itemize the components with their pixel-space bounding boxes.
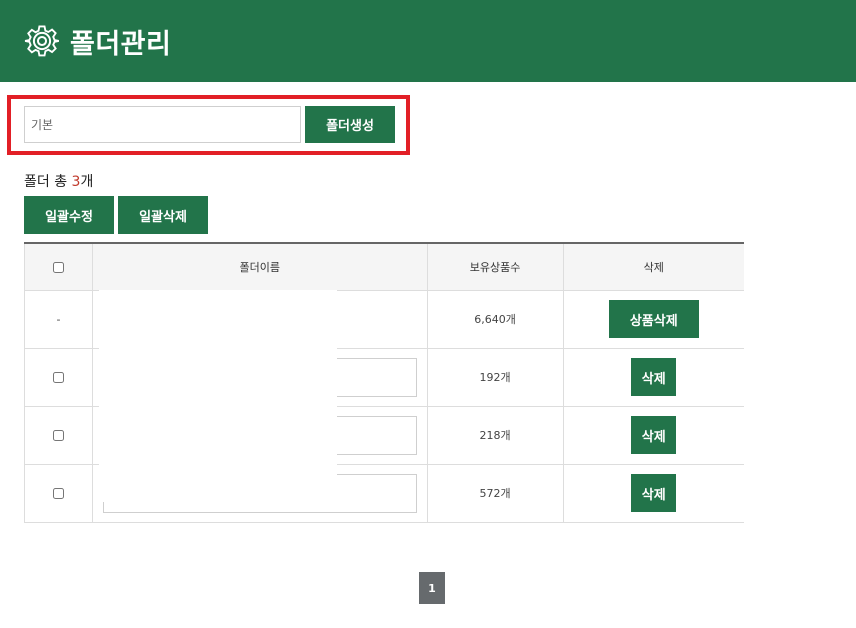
row-checkbox[interactable] — [52, 430, 64, 441]
page-title: 폴더관리 — [70, 28, 172, 60]
row-check-cell — [24, 406, 93, 465]
table-header-row: 폴더이름 보유상품수 삭제 — [24, 243, 744, 291]
folder-total-prefix: 폴더 총 — [24, 174, 68, 190]
create-folder-button[interactable]: 폴더생성 — [305, 106, 395, 143]
bulk-delete-button[interactable]: 일괄삭제 — [118, 196, 208, 234]
redacted-region — [99, 290, 337, 502]
page-header: 폴더관리 — [0, 0, 856, 82]
product-count: 572개 — [427, 464, 564, 523]
row-checkbox[interactable] — [52, 488, 64, 499]
action-cell: 삭제 — [563, 464, 744, 523]
row-checkbox[interactable] — [52, 372, 64, 383]
product-count: 192개 — [427, 348, 564, 407]
column-header-delete: 삭제 — [563, 243, 744, 291]
row-check-cell — [24, 348, 93, 407]
action-cell: 삭제 — [563, 406, 744, 465]
delete-folder-button[interactable]: 삭제 — [631, 358, 677, 396]
folder-name-input[interactable] — [24, 106, 301, 143]
folder-total: 폴더 총 3개 — [24, 171, 93, 191]
column-header-name: 폴더이름 — [92, 243, 428, 291]
folder-create-panel: 폴더생성 — [7, 95, 410, 155]
bulk-edit-button[interactable]: 일괄수정 — [24, 196, 114, 234]
delete-products-button[interactable]: 상품삭제 — [608, 300, 699, 338]
folder-total-suffix: 개 — [80, 174, 94, 190]
delete-folder-button[interactable]: 삭제 — [631, 416, 677, 454]
select-all-checkbox[interactable] — [52, 261, 64, 273]
action-cell: 삭제 — [563, 348, 744, 407]
action-cell: 상품삭제 — [563, 290, 744, 349]
product-count: 6,640개 — [427, 290, 564, 349]
gear-icon — [24, 25, 59, 57]
select-all-header — [24, 243, 93, 291]
row-check-cell — [24, 464, 93, 523]
row-check-placeholder: - — [24, 290, 93, 349]
column-header-count: 보유상품수 — [427, 243, 564, 291]
product-count: 218개 — [427, 406, 564, 465]
delete-folder-button[interactable]: 삭제 — [631, 474, 677, 512]
pagination-current-page[interactable]: 1 — [419, 572, 445, 604]
